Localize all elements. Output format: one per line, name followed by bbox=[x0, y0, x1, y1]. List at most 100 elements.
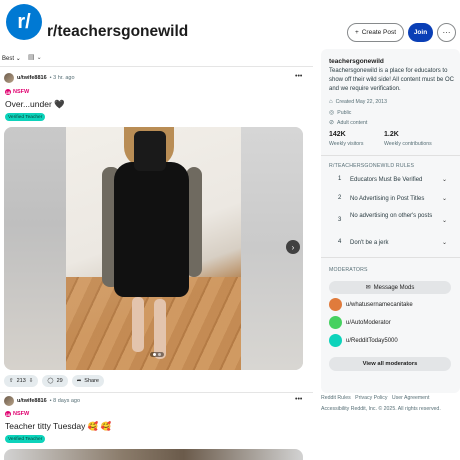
rule-number: 1 bbox=[338, 176, 342, 182]
globe-icon: ◎ bbox=[329, 110, 335, 116]
post-title[interactable]: Teacher titty Tuesday 🥰 🥰 bbox=[5, 421, 111, 432]
comments-button[interactable]: ◯ 29 bbox=[42, 375, 68, 387]
contributions-label: Weekly contributions bbox=[384, 141, 432, 147]
chevron-down-icon: ⌄ bbox=[442, 177, 448, 183]
nsfw-badge: 18 NSFW bbox=[5, 89, 29, 95]
content-rating: ⊘ Adult content bbox=[329, 119, 368, 127]
gallery-dots bbox=[150, 352, 164, 357]
moderator-name: u/AutoModerator bbox=[346, 319, 391, 326]
nsfw-icon: 18 bbox=[5, 411, 11, 417]
mail-icon: ✉ bbox=[365, 285, 371, 291]
post-image-gallery[interactable]: › bbox=[4, 127, 303, 370]
community-name: teachersgonewild bbox=[329, 58, 384, 65]
photo-phone bbox=[134, 131, 166, 171]
comment-icon: ◯ bbox=[47, 378, 54, 384]
view-all-moderators-button[interactable]: View all moderators bbox=[329, 357, 451, 371]
gallery-dot bbox=[153, 353, 156, 356]
moderator-name: u/RedditToday5000 bbox=[346, 337, 398, 344]
post-time: • 3 hr. ago bbox=[49, 75, 75, 81]
moderator-item[interactable]: u/AutoModerator bbox=[329, 316, 391, 329]
post-image[interactable] bbox=[4, 449, 303, 460]
rule-number: 3 bbox=[338, 217, 342, 223]
nsfw-label: NSFW bbox=[13, 411, 30, 417]
moderator-item[interactable]: u/RedditToday5000 bbox=[329, 334, 398, 347]
rule-item[interactable]: 4 Don't be a jerk ⌄ bbox=[329, 239, 452, 249]
comment-count: 29 bbox=[56, 378, 63, 384]
cake-icon: ⌂ bbox=[329, 99, 333, 105]
site-footer: Reddit Rules Privacy Policy User Agreeme… bbox=[321, 393, 460, 415]
photo-leg bbox=[132, 297, 144, 352]
post-title[interactable]: Over...under 🖤 bbox=[5, 99, 65, 110]
nsfw-label: NSFW bbox=[13, 89, 30, 95]
rule-item[interactable]: 1 Educators Must Be Verified ⌄ bbox=[329, 176, 452, 186]
subreddit-title: r/teachersgonewild bbox=[47, 23, 189, 40]
avatar bbox=[329, 298, 342, 311]
create-post-button[interactable]: + Create Post bbox=[347, 23, 404, 42]
post-score: 213 bbox=[16, 378, 26, 384]
post-flair[interactable]: Verified Teacher bbox=[5, 435, 46, 443]
rules-heading: R/TEACHERSGONEWILD RULES bbox=[329, 163, 415, 169]
visibility-text: Public bbox=[337, 109, 352, 116]
rule-item[interactable]: 2 No Advertising in Post Titles ⌄ bbox=[329, 195, 452, 205]
card-view-icon: ▤ bbox=[28, 54, 35, 61]
post-time: • 8 days ago bbox=[49, 398, 81, 404]
chevron-right-icon[interactable]: › bbox=[286, 240, 300, 254]
moderators-heading: MODERATORS bbox=[329, 267, 368, 273]
photo-leg bbox=[154, 299, 166, 359]
post-overflow-button[interactable]: ••• bbox=[295, 396, 302, 403]
subreddit-logo[interactable]: r/ bbox=[6, 4, 42, 40]
post-author[interactable]: u/twife8816 bbox=[17, 398, 47, 404]
visibility: ◎ Public bbox=[329, 109, 352, 117]
visitors-count: 142K bbox=[329, 131, 346, 138]
rule-text: Don't be a jerk bbox=[350, 240, 389, 246]
copyright: Reddit, Inc. © 2025. All rights reserved… bbox=[350, 406, 441, 412]
chevron-down-icon: ⌄ bbox=[15, 56, 21, 62]
footer-link[interactable]: Reddit Rules bbox=[321, 395, 351, 401]
join-button[interactable]: Join bbox=[408, 23, 433, 42]
post-meta: u/twife8816 • 3 hr. ago bbox=[4, 72, 75, 84]
sort-dropdown[interactable]: Best ⌄ bbox=[2, 55, 21, 62]
community-description: Teachersgonewild is a place for educator… bbox=[329, 68, 454, 92]
created-text: Created May 22, 2013 bbox=[335, 99, 387, 105]
footer-link[interactable]: User Agreement bbox=[392, 395, 429, 401]
view-toggle[interactable]: ▤ ⌄ bbox=[28, 53, 42, 61]
post-author[interactable]: u/twife8816 bbox=[17, 75, 47, 81]
chevron-down-icon: ⌄ bbox=[442, 240, 448, 246]
divider bbox=[0, 392, 313, 393]
post-actions: ⇧ 213 ⇩ ◯ 29 ➦ Share bbox=[4, 375, 104, 387]
rule-number: 4 bbox=[338, 239, 342, 245]
photo-dress bbox=[114, 162, 189, 297]
avatar[interactable] bbox=[4, 73, 14, 83]
rule-text: No advertising on other's posts bbox=[350, 213, 433, 219]
content-rating-text: Adult content bbox=[337, 119, 368, 126]
upvote-icon[interactable]: ⇧ bbox=[9, 378, 14, 384]
plus-icon: + bbox=[354, 29, 359, 36]
moderator-item[interactable]: u/whatusernamecanitake bbox=[329, 298, 413, 311]
visitors-label: Weekly visitors bbox=[329, 141, 364, 147]
rule-item[interactable]: 3 No advertising on other's posts ⌄ bbox=[329, 212, 452, 232]
post-flair[interactable]: Verified Teacher bbox=[5, 113, 46, 121]
gallery-dot bbox=[158, 353, 161, 356]
chevron-down-icon: ⌄ bbox=[442, 196, 448, 202]
divider bbox=[321, 257, 460, 258]
avatar[interactable] bbox=[4, 396, 14, 406]
rule-number: 2 bbox=[338, 195, 342, 201]
share-icon: ➦ bbox=[76, 378, 82, 384]
share-label: Share bbox=[84, 378, 99, 384]
nsfw-badge: 18 NSFW bbox=[5, 411, 29, 417]
message-mods-button[interactable]: ✉ Message Mods bbox=[329, 281, 451, 294]
more-options-button[interactable]: ··· bbox=[437, 23, 456, 42]
post-overflow-button[interactable]: ••• bbox=[295, 73, 302, 80]
message-mods-label: Message Mods bbox=[373, 284, 415, 291]
divider bbox=[321, 155, 460, 156]
contributions-count: 1.2K bbox=[384, 131, 399, 138]
downvote-icon[interactable]: ⇩ bbox=[29, 378, 34, 384]
footer-link[interactable]: Privacy Policy bbox=[355, 395, 387, 401]
footer-links: Reddit Rules Privacy Policy User Agreeme… bbox=[321, 393, 460, 404]
footer-link[interactable]: Accessibility bbox=[321, 406, 349, 412]
share-button[interactable]: ➦ Share bbox=[71, 375, 104, 387]
sort-label: Best bbox=[2, 56, 15, 62]
subreddit-header: r/ r/teachersgonewild + Create Post Join… bbox=[0, 0, 460, 48]
vote-pill: ⇧ 213 ⇩ bbox=[4, 375, 39, 387]
rule-text: No Advertising in Post Titles bbox=[350, 196, 425, 202]
